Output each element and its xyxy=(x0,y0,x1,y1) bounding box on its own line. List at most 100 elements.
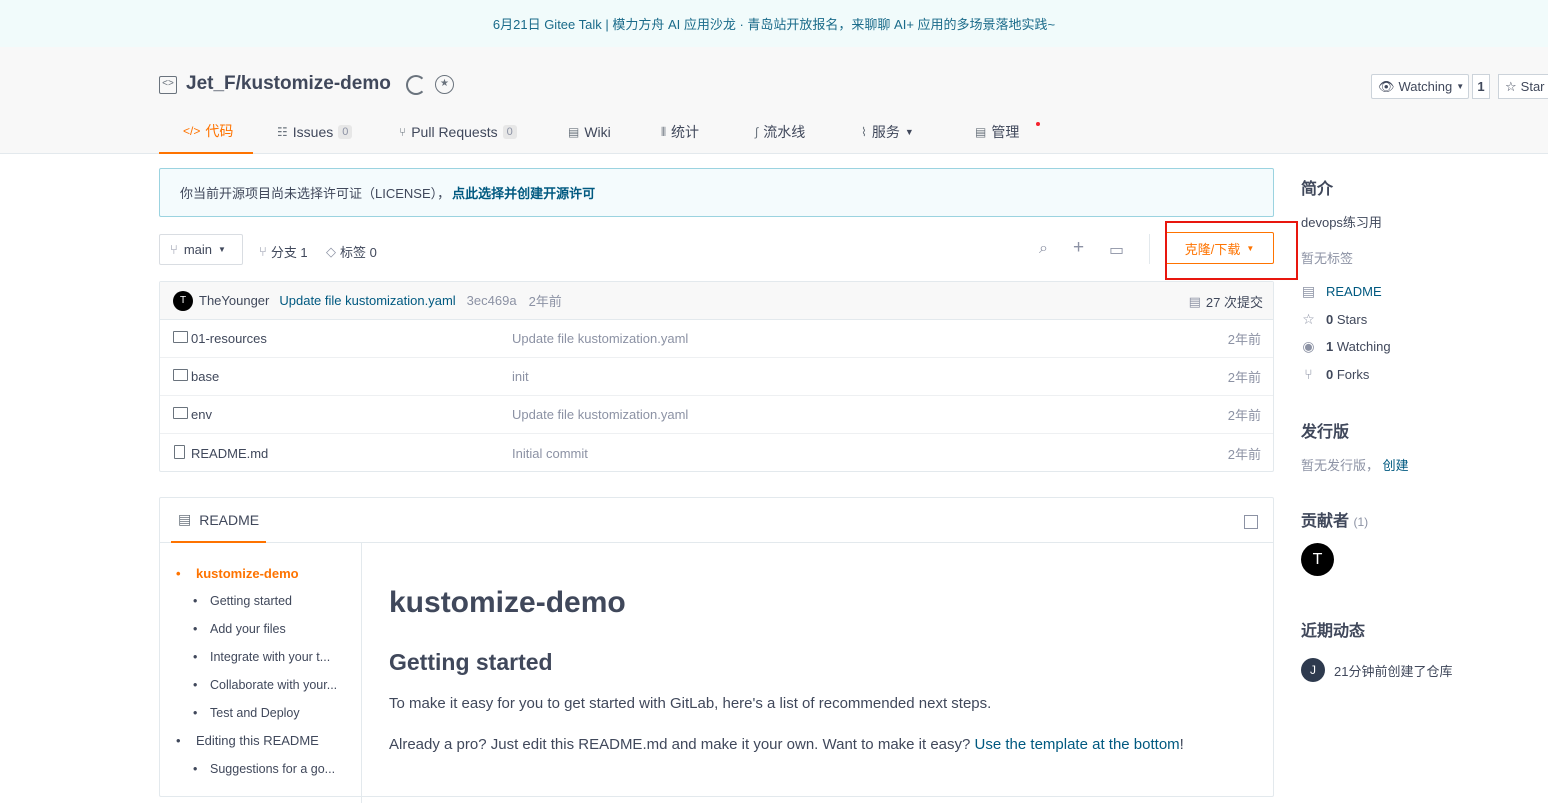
readme-subheading: Getting started xyxy=(389,649,553,675)
folder-icon xyxy=(173,331,188,343)
notification-dot xyxy=(1036,122,1040,126)
readme-header: ▤ README xyxy=(160,498,1273,543)
toc-item[interactable]: Integrate with your t... xyxy=(193,650,330,664)
create-license-link[interactable]: 点此选择并创建开源许可 xyxy=(452,183,595,202)
pr-count: 0 xyxy=(502,125,517,139)
file-name[interactable]: 01-resources xyxy=(191,331,267,346)
edit-icon[interactable] xyxy=(1244,515,1258,529)
toc-item[interactable]: Add your files xyxy=(193,622,286,636)
branch-icon: ⑂ xyxy=(170,242,178,257)
tab-manage[interactable]: ▤ 管理 xyxy=(975,110,1040,154)
license-notice: 你当前开源项目尚未选择许可证（LICENSE）， 点此选择并创建开源许可 xyxy=(159,168,1274,217)
manage-icon: ▤ xyxy=(975,125,987,139)
license-notice-text: 你当前开源项目尚未选择许可证（LICENSE）， xyxy=(180,186,451,201)
toc-item[interactable]: Test and Deploy xyxy=(193,706,300,720)
toc-item[interactable]: Editing this README xyxy=(176,733,319,748)
file-commit-message[interactable]: Initial commit xyxy=(512,446,588,461)
avatar[interactable]: J xyxy=(1301,658,1325,682)
toc-item[interactable]: Suggestions for a go... xyxy=(193,762,335,776)
table-row[interactable]: 01-resources Update file kustomization.y… xyxy=(160,320,1273,358)
tab-pipeline[interactable]: ∫ 流水线 xyxy=(755,110,841,154)
webide-icon[interactable]: ▭ xyxy=(1109,240,1124,260)
star-button[interactable]: ☆ Star xyxy=(1498,74,1548,99)
table-row[interactable]: base init 2年前 xyxy=(160,358,1273,396)
commit-message[interactable]: Update file kustomization.yaml xyxy=(279,293,455,308)
tags-link[interactable]: ◇ 标签 0 xyxy=(326,242,377,261)
caret-down-icon: ▼ xyxy=(904,127,914,137)
caret-down-icon: ▼ xyxy=(1456,82,1465,91)
eye-icon: ◉ xyxy=(1302,338,1315,354)
release-title: 发行版 xyxy=(1301,424,1350,441)
repo-title[interactable]: Jet_F/kustomize-demo xyxy=(186,73,391,95)
code-icon: </> xyxy=(183,124,201,138)
file-commit-message[interactable]: Update file kustomization.yaml xyxy=(512,407,688,422)
tab-code[interactable]: </> 代码 xyxy=(159,110,253,154)
template-link[interactable]: Use the template at the bottom xyxy=(975,736,1180,753)
repo-tabs: </> 代码 ☷ Issues 0 ⑂ Pull Requests 0 ▤ Wi… xyxy=(159,110,1040,154)
add-icon[interactable]: + xyxy=(1073,237,1084,259)
watching-stat[interactable]: ◉ 1 Watching xyxy=(1301,338,1390,355)
announcement-banner[interactable]: 6月21日 Gitee Talk | 模力方舟 AI 应用沙龙 · 青岛站开放报… xyxy=(0,0,1548,47)
history-icon: ▤ xyxy=(1188,293,1201,309)
activity-title: 近期动态 xyxy=(1301,623,1366,640)
toc-item[interactable]: kustomize-demo xyxy=(176,566,298,581)
avatar[interactable]: T xyxy=(1301,543,1334,576)
fork-icon: ⑂ xyxy=(1304,366,1313,382)
service-icon: ⌇ xyxy=(861,125,867,139)
file-commit-message[interactable]: init xyxy=(512,369,529,384)
intro-title: 简介 xyxy=(1301,181,1334,198)
forks-stat[interactable]: ⑂ 0 Forks xyxy=(1301,366,1369,382)
avatar[interactable]: T xyxy=(173,290,193,311)
watch-count[interactable]: 1 xyxy=(1472,74,1490,99)
file-time: 2年前 xyxy=(1227,332,1261,347)
readme-icon: ▤ xyxy=(178,511,192,527)
stats-icon: ⫴ xyxy=(661,124,667,139)
watch-label: Watching xyxy=(1398,79,1453,94)
branch-selector[interactable]: ⑂ main ▼ xyxy=(159,234,243,265)
tab-issues[interactable]: ☷ Issues 0 xyxy=(277,110,379,154)
pipeline-icon: ∫ xyxy=(755,125,759,139)
branches-link[interactable]: ⑂ 分支 1 xyxy=(259,242,308,261)
recommend-badge-icon[interactable]: ★ xyxy=(435,75,454,94)
stars-stat[interactable]: ☆ 0 Stars xyxy=(1301,311,1367,328)
readme-icon: ▤ xyxy=(1301,283,1316,299)
file-name[interactable]: base xyxy=(191,369,219,384)
file-name[interactable]: README.md xyxy=(191,446,268,461)
folder-icon xyxy=(173,369,188,381)
file-time: 2年前 xyxy=(1227,446,1261,462)
tab-service[interactable]: ⌇ 服务 ▼ xyxy=(861,110,955,154)
commit-count-link[interactable]: ▤ 27 次提交 xyxy=(1189,292,1263,311)
file-icon xyxy=(174,445,185,459)
star-icon: ☆ xyxy=(1302,311,1315,327)
divider xyxy=(1149,234,1150,264)
commit-sha[interactable]: 3ec469a xyxy=(467,293,517,308)
activity-item: J 21分钟前创建了仓库 xyxy=(1301,658,1452,682)
file-commit-message[interactable]: Update file kustomization.yaml xyxy=(512,331,688,346)
commit-time: 2年前 xyxy=(528,294,562,309)
tag-icon: ◇ xyxy=(326,243,336,259)
toc-item[interactable]: Getting started xyxy=(193,594,292,608)
issues-count: 0 xyxy=(338,125,353,139)
tab-wiki[interactable]: ▤ Wiki xyxy=(568,110,641,154)
activity-text: 21分钟前创建了仓库 xyxy=(1334,663,1453,679)
watch-button[interactable]: 👁 Watching ▼ xyxy=(1371,74,1469,99)
file-time: 2年前 xyxy=(1227,370,1261,385)
table-row[interactable]: README.md Initial commit 2年前 xyxy=(160,434,1273,472)
create-release-link[interactable]: 创建 xyxy=(1383,458,1409,473)
table-row[interactable]: env Update file kustomization.yaml 2年前 xyxy=(160,396,1273,434)
sync-icon[interactable] xyxy=(406,75,426,95)
readme-tab[interactable]: ▤ README xyxy=(171,498,266,543)
no-tags-text: 暂无标签 xyxy=(1301,251,1354,266)
tab-pull-requests[interactable]: ⑂ Pull Requests 0 xyxy=(399,110,548,154)
tab-stats[interactable]: ⫴ 统计 xyxy=(661,110,735,154)
file-name[interactable]: env xyxy=(191,407,212,422)
highlight-box xyxy=(1165,221,1298,280)
file-time: 2年前 xyxy=(1227,408,1261,423)
search-icon[interactable]: ⌕ xyxy=(1039,240,1048,258)
readme-link[interactable]: ▤ README xyxy=(1301,283,1382,300)
contributors-count: (1) xyxy=(1353,515,1369,529)
contributors-title: 贡献者 (1) xyxy=(1301,513,1369,530)
toc-item[interactable]: Collaborate with your... xyxy=(193,678,337,692)
issues-icon: ☷ xyxy=(277,125,288,139)
commit-author[interactable]: TheYounger xyxy=(199,293,269,308)
